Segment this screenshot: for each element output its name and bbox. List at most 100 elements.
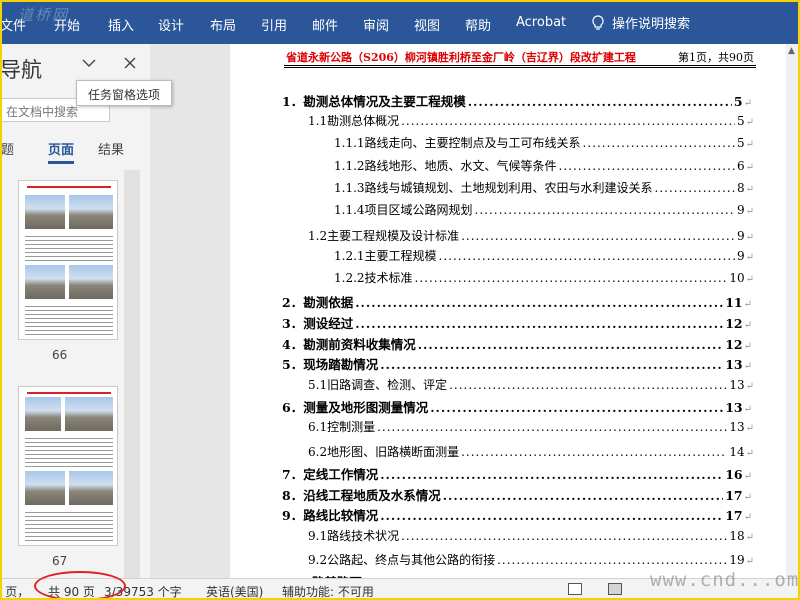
toc-leader-dots: [461, 229, 735, 243]
toc-page-number: 14: [729, 445, 745, 459]
nav-scrollbar[interactable]: [124, 170, 140, 578]
toc-entry[interactable]: 1.1.2路线地形、地质、水文、气候等条件 6↵: [334, 157, 754, 174]
toc-entry-title: 2．勘测依据: [282, 295, 354, 310]
toc-entry-title: 9．路线比较情况: [282, 508, 379, 523]
paragraph-mark-icon: ↵: [743, 98, 752, 109]
status-language[interactable]: 英语(美国): [206, 583, 263, 600]
toc-leader-dots: [355, 295, 723, 310]
toc-entry[interactable]: 1.1.4项目区域公路网规划 9↵: [334, 201, 754, 218]
toc-page-number: 5: [736, 136, 745, 150]
scroll-up-icon[interactable]: ▲: [788, 46, 795, 56]
toc-leader-dots: [468, 94, 732, 109]
toc-entry[interactable]: 6.1控制测量 13↵: [308, 418, 754, 435]
toc-entry-title: 6.1控制测量: [308, 420, 376, 434]
tab-acrobat[interactable]: Acrobat: [516, 15, 566, 30]
thumbnail-text: [25, 303, 113, 337]
toc-entry[interactable]: 1.1.1路线走向、主要控制点及与工可布线关系 5↵: [334, 134, 754, 151]
toc-leader-dots: [377, 420, 727, 434]
toc-entry-title: 5．现场踏勘情况: [282, 357, 379, 372]
tab-references[interactable]: 引用: [261, 15, 287, 34]
toc-page-number: 17: [725, 488, 743, 503]
tab-pages[interactable]: 页面: [48, 139, 75, 164]
paragraph-mark-icon: ↵: [745, 184, 754, 195]
toc-entry[interactable]: 9．路线比较情况 17↵: [282, 505, 752, 524]
paragraph-mark-icon: ↵: [745, 162, 754, 173]
tab-results[interactable]: 结果: [98, 139, 124, 158]
toc-entry[interactable]: 1．勘测总体情况及主要工程规模 5↵: [282, 91, 752, 110]
thumbnail-text: [25, 435, 113, 467]
toc-entry[interactable]: 1.2主要工程规模及设计标准 9↵: [308, 227, 754, 244]
toc-entry-title: 1.2.1主要工程规模: [334, 249, 437, 263]
paragraph-mark-icon: ↵: [743, 492, 752, 503]
toc-leader-dots: [430, 400, 723, 415]
page-thumbnail[interactable]: [18, 180, 118, 340]
toc-leader-dots: [497, 553, 727, 567]
toc-entry[interactable]: 1.2.1主要工程规模 9↵: [334, 247, 754, 264]
tab-home[interactable]: 开始: [54, 15, 80, 34]
paragraph-mark-icon: ↵: [745, 252, 754, 263]
close-icon[interactable]: [124, 54, 136, 74]
paragraph-mark-icon: ↵: [745, 206, 754, 217]
read-mode-icon[interactable]: [568, 583, 582, 595]
toc-entry-title: 1．勘测总体情况及主要工程规模: [282, 94, 466, 109]
toc-entry[interactable]: 7．定线工作情况 16↵: [282, 464, 752, 483]
document-page[interactable]: 省道永新公路（S206）柳河镇胜利桥至金厂岭（吉辽界）段改扩建工程 第1页，共9…: [230, 44, 790, 578]
paragraph-mark-icon: ↵: [745, 448, 754, 459]
thumbnail-header: [27, 392, 111, 394]
tab-layout[interactable]: 布局: [210, 15, 236, 34]
tab-headings[interactable]: 标题: [0, 139, 14, 158]
tab-file[interactable]: 文件: [0, 15, 26, 34]
toc-entry[interactable]: 3．测设经过 12↵: [282, 313, 752, 332]
toc-entry[interactable]: 8．沿线工程地质及水系情况 17↵: [282, 485, 752, 504]
page-thumbnail[interactable]: [18, 386, 118, 546]
toc-entry-title: 1.2.2技术标准: [334, 271, 413, 285]
thumbnail-photo: [69, 471, 113, 505]
toc-entry[interactable]: 1.1勘测总体概况 5↵: [308, 112, 754, 129]
toc-entry-title: 1.1.1路线走向、主要控制点及与工可布线关系: [334, 136, 581, 150]
toc-leader-dots: [655, 181, 735, 195]
tab-help[interactable]: 帮助: [465, 15, 491, 34]
toc-entry-title: 1.1.3路线与城镇规划、土地规划利用、农田与水利建设关系: [334, 181, 653, 195]
toc-entry[interactable]: 6.2地形图、旧路横断面测量 14↵: [308, 443, 754, 460]
page-header: 省道永新公路（S206）柳河镇胜利桥至金厂岭（吉辽界）段改扩建工程 第1页，共9…: [284, 48, 756, 68]
thumbnail-photo: [25, 195, 65, 229]
paragraph-mark-icon: ↵: [743, 512, 752, 523]
paragraph-mark-icon: ↵: [745, 274, 754, 285]
status-total-pages[interactable]: 共 90 页: [48, 583, 95, 600]
tab-view[interactable]: 视图: [414, 15, 440, 34]
toc-entry[interactable]: 1.1.3路线与城镇规划、土地规划利用、农田与水利建设关系 8↵: [334, 179, 754, 196]
toc-leader-dots: [380, 467, 723, 482]
vertical-scrollbar[interactable]: ▲: [786, 44, 800, 578]
toc-page-number: 5: [736, 114, 745, 128]
toc-entry[interactable]: 9.2公路起、终点与其他公路的衔接 19↵: [308, 551, 754, 568]
thumbnail-photo: [69, 265, 113, 299]
chevron-down-icon[interactable]: [82, 56, 96, 72]
paragraph-mark-icon: ↵: [745, 381, 754, 392]
tab-design[interactable]: 设计: [158, 15, 184, 34]
toc-leader-dots: [401, 529, 727, 543]
tab-review[interactable]: 审阅: [363, 15, 389, 34]
toc-entry[interactable]: 9.1路线技术状况 18↵: [308, 527, 754, 544]
thumbnail-photo: [25, 265, 65, 299]
toc-entry[interactable]: 1.2.2技术标准 10↵: [334, 269, 754, 286]
status-page[interactable]: 第 1 页，: [0, 583, 29, 600]
toc-page-number: 13: [729, 378, 745, 392]
tab-insert[interactable]: 插入: [108, 15, 134, 34]
tab-mailings[interactable]: 邮件: [312, 15, 338, 34]
paragraph-mark-icon: ↵: [745, 423, 754, 434]
toc-entry[interactable]: 6．测量及地形图测量情况 13↵: [282, 397, 752, 416]
status-word-count[interactable]: 3/39753 个字: [104, 583, 182, 600]
print-layout-icon[interactable]: [608, 583, 622, 595]
toc-leader-dots: [380, 508, 723, 523]
toc-entry-title: 3．测设经过: [282, 316, 354, 331]
thumbnail-text: [25, 509, 113, 543]
paragraph-mark-icon: ↵: [745, 532, 754, 543]
tell-me-search[interactable]: 操作说明搜索: [592, 13, 690, 32]
header-title: 省道永新公路（S206）柳河镇胜利桥至金厂岭（吉辽界）段改扩建工程: [286, 51, 636, 64]
status-accessibility[interactable]: 辅助功能: 不可用: [282, 583, 374, 600]
toc-entry[interactable]: 5．现场踏勘情况 13↵: [282, 354, 752, 373]
toc-entry[interactable]: 5.1旧路调查、检测、评定 13↵: [308, 376, 754, 393]
paragraph-mark-icon: ↵: [743, 404, 752, 415]
toc-entry[interactable]: 2．勘测依据 11↵: [282, 292, 752, 311]
toc-entry[interactable]: 4．勘测前资料收集情况 12↵: [282, 334, 752, 353]
